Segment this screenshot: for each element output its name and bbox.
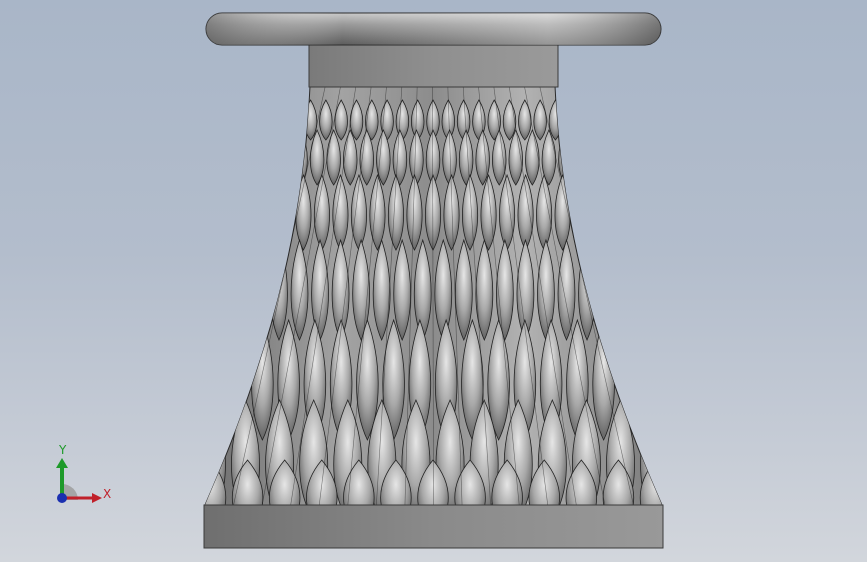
graphics-viewport[interactable]: Y X bbox=[0, 0, 867, 562]
vase-model[interactable] bbox=[0, 0, 867, 562]
vase-base bbox=[203, 504, 664, 549]
vase-top-rim bbox=[205, 12, 662, 46]
vase-neck bbox=[308, 43, 559, 88]
vase-body bbox=[158, 85, 663, 530]
vase-scale bbox=[158, 460, 189, 530]
vase-scale bbox=[276, 173, 293, 251]
vase-scale bbox=[288, 99, 302, 141]
axis-triad: Y X bbox=[56, 443, 111, 503]
x-axis-arrow bbox=[92, 493, 102, 503]
y-axis-arrow bbox=[56, 458, 68, 468]
x-axis-label: X bbox=[103, 487, 111, 501]
z-axis-dot bbox=[57, 493, 67, 503]
y-axis-label: Y bbox=[58, 443, 67, 457]
